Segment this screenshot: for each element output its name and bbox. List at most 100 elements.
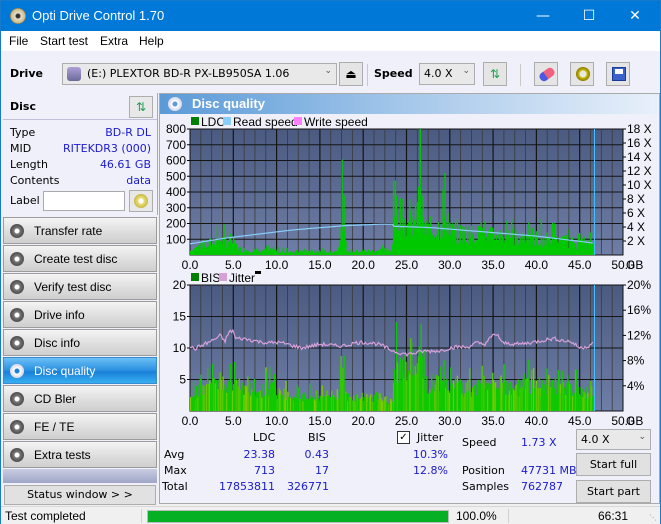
start-full-button[interactable]: Start full: [576, 453, 651, 476]
panel-header: Disc quality: [160, 94, 659, 114]
speed-value: 4.0 X: [424, 67, 453, 80]
y2-tick-label: 2 X: [627, 234, 645, 248]
stats-avg-ldc: 23.38: [243, 448, 276, 461]
disc-label-button[interactable]: [129, 190, 153, 212]
progress-bar: [147, 510, 449, 523]
save-button[interactable]: [606, 62, 630, 86]
y-tick-label: 100: [166, 232, 186, 246]
nav-label: Create test disc: [34, 252, 118, 266]
x-tick-label: 5.0: [225, 258, 242, 272]
disc-refresh-button[interactable]: ⇅: [129, 96, 153, 118]
panel-title: Disc quality: [192, 96, 265, 111]
chevron-down-icon: ⌄: [638, 432, 646, 442]
menu-file[interactable]: File: [9, 34, 28, 48]
settings-icon: [576, 67, 590, 81]
y2-tick-label: 16 X: [627, 136, 652, 150]
speed-label: Speed: [374, 67, 413, 80]
drive-icon: [67, 67, 81, 81]
transfer-rate-icon: [10, 224, 24, 238]
legend-read-speed-swatch: [223, 117, 231, 125]
progress-fill: [148, 511, 448, 522]
nav-label: Extra tests: [34, 448, 91, 462]
status-window-button[interactable]: Status window > >: [4, 485, 156, 505]
eject-button[interactable]: ⏏: [339, 62, 363, 86]
samples-value: 762787: [521, 480, 563, 493]
x-tick-label: 20.0: [352, 258, 376, 272]
refresh-icon: ⇅: [135, 100, 147, 114]
jitter-label: Jitter: [417, 431, 444, 444]
nav-drive-info[interactable]: Drive info: [3, 301, 157, 328]
y2-tick-label: 4%: [627, 379, 645, 393]
jitter-checkbox[interactable]: ✓: [397, 431, 410, 444]
divider: [508, 509, 509, 523]
x-tick-label: 5.0: [225, 414, 242, 428]
position-value: 47731 MB: [521, 464, 577, 477]
menu-help[interactable]: Help: [139, 34, 164, 48]
stats-col-ldc: LDC: [253, 431, 276, 444]
y2-tick-label: 20%: [627, 278, 651, 292]
refresh-button[interactable]: ⇅: [483, 62, 507, 86]
nav-verify-test-disc[interactable]: Verify test disc: [3, 273, 157, 300]
x-tick-label: 15.0: [308, 258, 332, 272]
resize-grip-icon[interactable]: ⋱: [649, 513, 657, 522]
nav-transfer-rate[interactable]: Transfer rate: [3, 217, 157, 244]
test-speed-select[interactable]: 4.0 X ⌄: [576, 429, 651, 450]
nav-label: Drive info: [34, 308, 85, 322]
stats-max-jitter: 12.8%: [413, 464, 448, 477]
start-part-button[interactable]: Start part: [576, 480, 651, 503]
menu-extra[interactable]: Extra: [100, 34, 128, 48]
close-button[interactable]: ✕: [612, 1, 658, 31]
maximize-button[interactable]: ☐: [566, 1, 612, 31]
speed-value: 1.73 X: [521, 436, 557, 449]
y2-tick-label: 18 X: [627, 122, 652, 136]
x-tick-label: 40.0: [525, 258, 549, 272]
nav-spacer: [3, 469, 157, 483]
y2-tick-label: 6 X: [627, 206, 645, 220]
legend-bis-swatch: [191, 273, 199, 281]
cd-bler-icon: [10, 392, 24, 406]
nav-label: Disc quality: [34, 364, 96, 378]
nav-cd-bler[interactable]: CD Bler: [3, 385, 157, 412]
divider: [3, 119, 157, 120]
divider: [141, 509, 142, 523]
nav-label: CD Bler: [34, 392, 77, 406]
y2-tick-label: 4 X: [627, 220, 645, 234]
nav-disc-quality[interactable]: Disc quality: [3, 357, 157, 384]
stats-avg-jitter: 10.3%: [413, 448, 448, 461]
legend-bis: BIS: [201, 271, 220, 285]
settings-button[interactable]: [570, 62, 594, 86]
x-tick-label: 0.0: [182, 414, 199, 428]
minimize-button[interactable]: —: [520, 1, 566, 31]
charts-area: LDC Read speed Write speed 100200 300 400 5…: [166, 115, 652, 428]
erase-icon: [537, 66, 557, 83]
legend-read-speed: Read speed: [233, 115, 298, 129]
disc-mid-key: MID: [10, 142, 32, 155]
nav-disc-info[interactable]: Disc info: [3, 329, 157, 356]
speed-select[interactable]: 4.0 X ⌄: [419, 63, 475, 85]
legend-ldc-swatch: [191, 117, 199, 125]
legend-marker: [255, 271, 261, 274]
erase-button[interactable]: [534, 62, 558, 86]
x-tick-label: 30.0: [438, 414, 462, 428]
menu-start-test[interactable]: Start test: [40, 34, 88, 48]
save-icon: [612, 67, 626, 81]
nav-label: Transfer rate: [34, 224, 103, 238]
disc-type-key: Type: [10, 126, 36, 139]
toolbar-divider: [520, 64, 521, 86]
nav-label: Disc info: [34, 336, 81, 350]
x-axis-unit: GB: [626, 414, 643, 428]
toolbar: Drive (E:) PLEXTOR BD-R PX-LB950SA 1.06 …: [1, 51, 660, 95]
disc-label-input[interactable]: [43, 191, 125, 211]
nav-create-test-disc[interactable]: Create test disc: [3, 245, 157, 272]
stats-max-label: Max: [164, 464, 187, 477]
x-tick-label: 35.0: [481, 258, 505, 272]
stats-max-bis: 17: [315, 464, 329, 477]
nav-fe-te[interactable]: FE / TE: [3, 413, 157, 440]
app-disc-icon: [10, 8, 26, 24]
test-speed-value: 4.0 X: [581, 433, 610, 446]
drive-select[interactable]: (E:) PLEXTOR BD-R PX-LB950SA 1.06 ⌄: [62, 63, 337, 85]
legend-write-speed: Write speed: [304, 115, 368, 129]
stats-avg-bis: 0.43: [304, 448, 330, 461]
drive-label: Drive: [10, 67, 43, 80]
nav-extra-tests[interactable]: Extra tests: [3, 441, 157, 468]
